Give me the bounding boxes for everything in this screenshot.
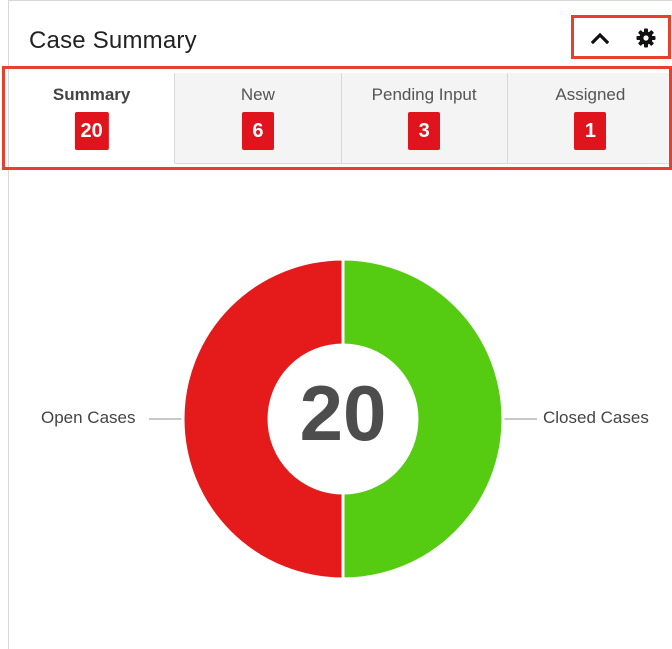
chevron-up-icon[interactable]: [588, 26, 612, 50]
tab-label: Summary: [52, 85, 131, 104]
tab-assigned[interactable]: Assigned 1: [507, 73, 672, 164]
tab-new[interactable]: New 6: [175, 73, 342, 164]
dashlet-title: Case Summary: [29, 27, 197, 54]
count-badge: 1: [574, 112, 607, 150]
tab-label: Pending Input: [371, 85, 477, 104]
gear-icon[interactable]: [634, 26, 658, 50]
legend-label-closed-cases: Closed Cases: [543, 408, 649, 427]
donut-center-total: 20: [299, 369, 387, 457]
tab-summary[interactable]: Summary 20: [9, 73, 176, 164]
legend-label-open-cases: Open Cases: [41, 408, 136, 427]
dashlet-controls-highlight: [571, 15, 671, 59]
case-donut-chart: Open Cases Closed Cases 20: [9, 231, 672, 611]
tab-pending-input[interactable]: Pending Input 3: [341, 73, 508, 164]
count-badge: 6: [241, 112, 274, 150]
tab-label: Assigned: [555, 85, 626, 104]
tab-label: New: [240, 85, 275, 104]
count-badge: 20: [74, 112, 109, 150]
summary-tabs: Summary 20 New 6 Pending Input 3 Assigne…: [9, 73, 672, 164]
dashlet-header: Case Summary: [9, 13, 672, 65]
count-badge: 3: [408, 112, 441, 150]
case-summary-dashlet: Case Summary Summary 20 New 6 Pending In…: [8, 0, 672, 649]
